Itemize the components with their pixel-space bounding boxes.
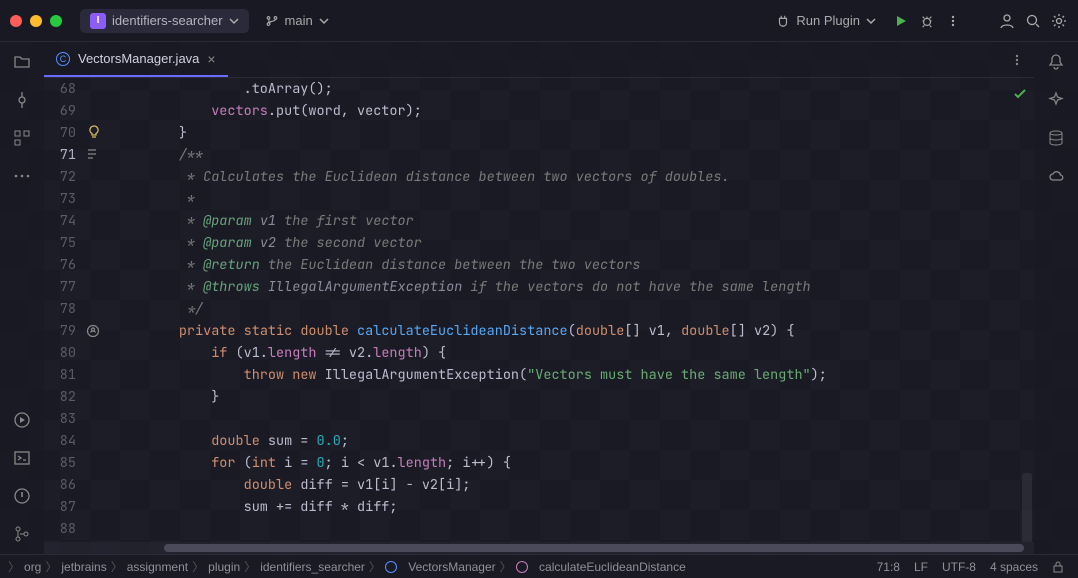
vcs-tool-button[interactable] <box>12 524 32 544</box>
project-initial: I <box>90 13 106 29</box>
chevron-down-icon <box>229 16 239 26</box>
play-icon <box>894 14 908 28</box>
debug-button[interactable] <box>918 12 936 30</box>
crumb-method[interactable]: calculateEuclideanDistance <box>516 560 686 574</box>
database-icon <box>1047 129 1065 147</box>
run-config-selector[interactable]: Run Plugin <box>768 9 884 32</box>
person-icon <box>999 13 1015 29</box>
more-tool-button[interactable] <box>12 166 32 186</box>
right-toolwindow-bar <box>1034 42 1078 554</box>
run-button[interactable] <box>892 12 910 30</box>
folder-icon <box>13 53 31 71</box>
project-selector[interactable]: I identifiers-searcher <box>80 9 249 33</box>
minimize-window-button[interactable] <box>30 15 42 27</box>
inspection-status-icon[interactable] <box>1012 86 1028 102</box>
line-number-gutter[interactable]: 6869707172737475767778798081828384858687… <box>44 78 82 542</box>
override-gutter-icon[interactable] <box>86 324 104 342</box>
structure-icon <box>13 129 31 147</box>
horizontal-scrollbar[interactable] <box>44 542 1034 554</box>
coverage-tool-button[interactable] <box>1046 166 1066 186</box>
close-tab-button[interactable]: × <box>207 51 215 67</box>
git-icon <box>13 525 31 543</box>
search-icon <box>1025 13 1041 29</box>
services-tool-button[interactable] <box>12 410 32 430</box>
bug-icon <box>920 14 934 28</box>
check-icon <box>1012 86 1028 102</box>
settings-button[interactable] <box>1050 12 1068 30</box>
indent-config[interactable]: 4 spaces <box>990 560 1038 574</box>
readonly-toggle[interactable] <box>1052 561 1064 573</box>
window-controls <box>10 15 62 27</box>
structure-tool-button[interactable] <box>12 128 32 148</box>
lock-icon <box>1052 561 1064 573</box>
breadcrumbs[interactable]: 〉org 〉jetbrains 〉assignment 〉plugin 〉ide… <box>8 558 877 575</box>
vcs-branch-selector[interactable]: main <box>257 9 337 32</box>
terminal-tool-button[interactable] <box>12 448 32 468</box>
warning-icon <box>13 487 31 505</box>
commit-icon <box>13 91 31 109</box>
problems-tool-button[interactable] <box>12 486 32 506</box>
tab-more-button[interactable] <box>1010 53 1024 67</box>
kebab-icon <box>946 14 960 28</box>
fold-toggle-icon[interactable] <box>86 148 104 166</box>
cloud-icon <box>1047 167 1065 185</box>
crumb-package[interactable]: assignment <box>127 560 188 574</box>
project-name: identifiers-searcher <box>112 13 223 28</box>
chevron-down-icon <box>866 16 876 26</box>
bell-icon <box>1047 53 1065 71</box>
account-button[interactable] <box>998 12 1016 30</box>
left-toolwindow-bar <box>0 42 44 554</box>
file-encoding[interactable]: UTF-8 <box>942 560 976 574</box>
branch-name: main <box>285 13 313 28</box>
intention-bulb-icon[interactable] <box>86 124 104 142</box>
status-bar: 〉org 〉jetbrains 〉assignment 〉plugin 〉ide… <box>0 554 1078 578</box>
plugin-icon <box>776 14 790 28</box>
database-tool-button[interactable] <box>1046 128 1066 148</box>
gutter-icons <box>82 78 110 542</box>
crumb-package[interactable]: jetbrains <box>61 560 106 574</box>
crumb-class[interactable]: VectorsManager <box>385 560 496 574</box>
close-window-button[interactable] <box>10 15 22 27</box>
maximize-window-button[interactable] <box>50 15 62 27</box>
code-editor[interactable]: 6869707172737475767778798081828384858687… <box>44 78 1034 542</box>
chevron-down-icon <box>319 16 329 26</box>
java-class-icon: C <box>56 52 70 66</box>
sparkle-icon <box>1047 91 1065 109</box>
caret-position[interactable]: 71:8 <box>877 560 900 574</box>
crumb-package[interactable]: plugin <box>208 560 240 574</box>
editor-tabs: C VectorsManager.java × <box>44 42 1034 78</box>
ellipsis-icon <box>13 173 31 179</box>
run-config-label: Run Plugin <box>796 13 860 28</box>
notifications-tool-button[interactable] <box>1046 52 1066 72</box>
tab-vectors-manager[interactable]: C VectorsManager.java × <box>44 42 228 77</box>
search-everywhere-button[interactable] <box>1024 12 1042 30</box>
crumb-package[interactable]: org <box>24 560 41 574</box>
scrollbar-thumb[interactable] <box>164 544 1024 552</box>
code-content[interactable]: .toArray(); vectors.put(word, vector); }… <box>110 78 1034 542</box>
branch-icon <box>265 14 279 28</box>
gear-icon <box>1051 13 1067 29</box>
editor-scrollbar[interactable] <box>1022 473 1032 542</box>
titlebar: I identifiers-searcher main Run Plugin <box>0 0 1078 42</box>
terminal-icon <box>13 449 31 467</box>
more-actions-button[interactable] <box>944 12 962 30</box>
ai-assistant-tool-button[interactable] <box>1046 90 1066 110</box>
commit-tool-button[interactable] <box>12 90 32 110</box>
tab-filename: VectorsManager.java <box>78 51 199 66</box>
kebab-icon <box>1010 53 1024 67</box>
line-separator[interactable]: LF <box>914 560 928 574</box>
project-tool-button[interactable] <box>12 52 32 72</box>
crumb-package[interactable]: identifiers_searcher <box>260 560 365 574</box>
play-circle-icon <box>13 411 31 429</box>
